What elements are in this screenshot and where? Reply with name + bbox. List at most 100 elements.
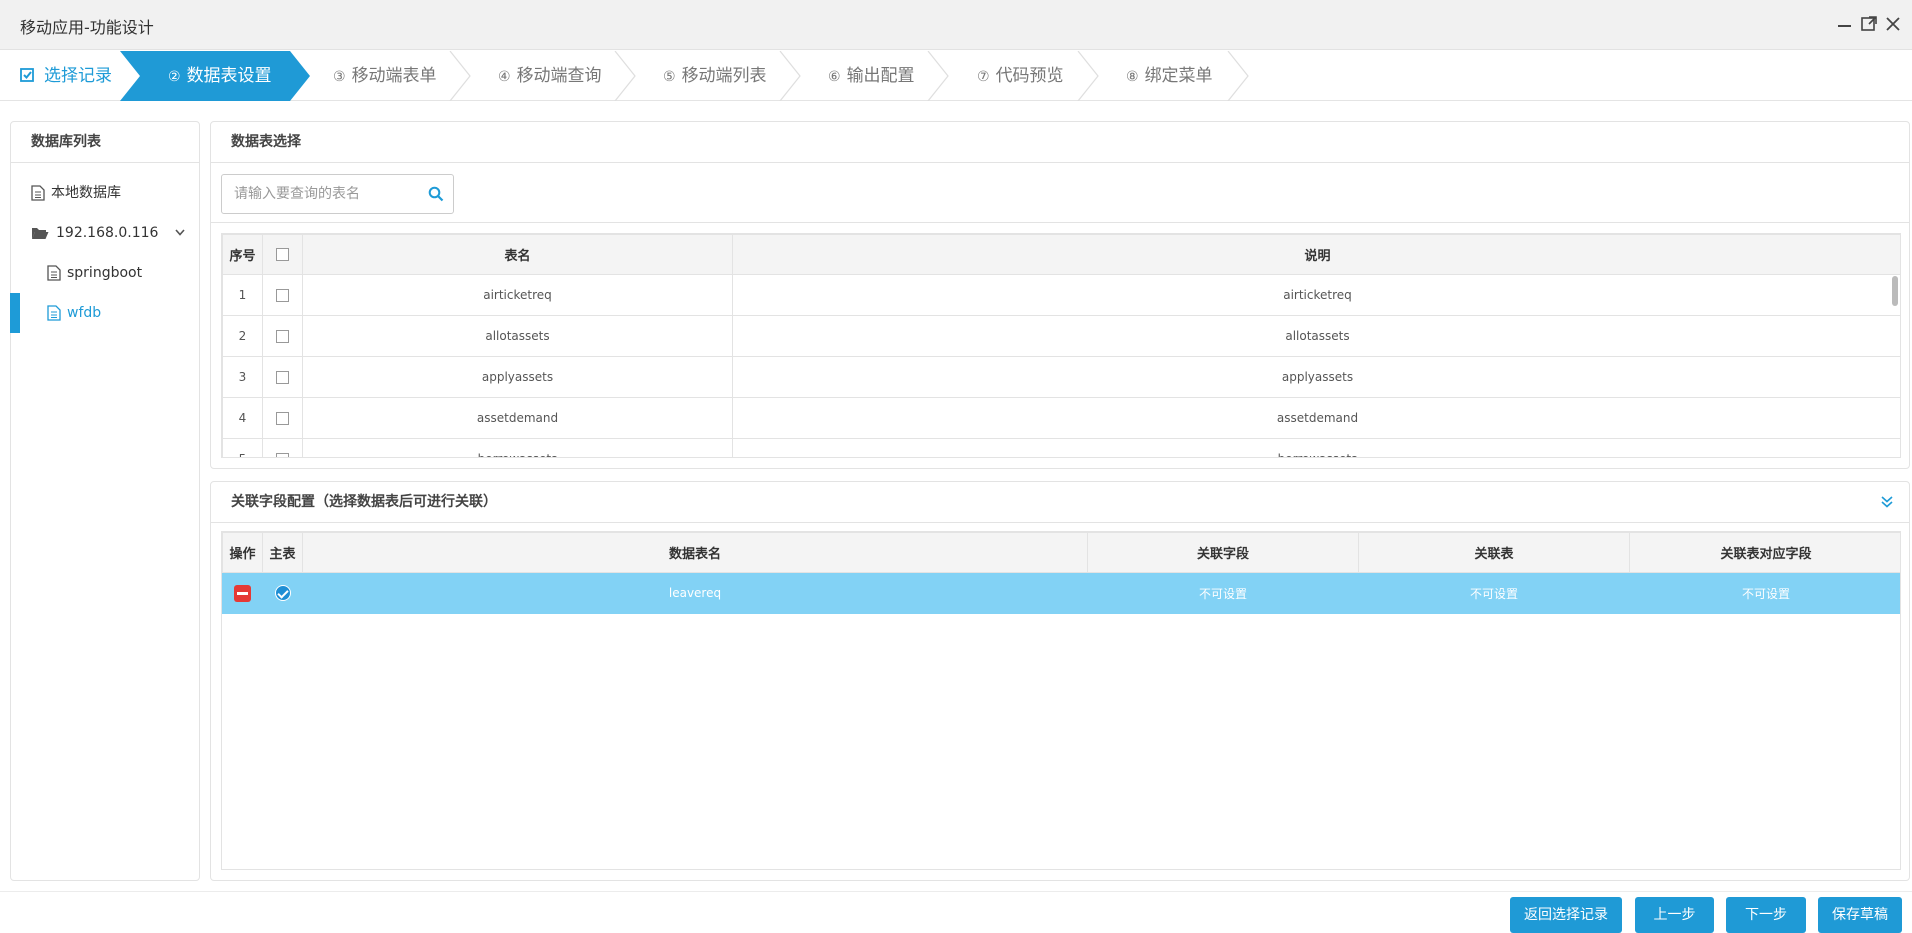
- table-list: 序号 表名 说明 1 airticketreq airticketreq 2 a…: [222, 234, 1900, 457]
- row-table-desc: assetdemand: [732, 397, 1900, 439]
- tree-item-server[interactable]: 192.168.0.116: [11, 213, 199, 253]
- column-header-relation-field: 关联字段: [1087, 532, 1359, 573]
- database-list-panel: 数据库列表 本地数据库 192.168.0.116 springboot wfd…: [10, 121, 200, 881]
- step-separator: [1227, 50, 1249, 102]
- column-header-main-table: 主表: [262, 532, 303, 573]
- prev-step-button[interactable]: 上一步: [1635, 897, 1714, 933]
- maximize-icon[interactable]: [1860, 15, 1878, 33]
- step-label: 移动端表单: [351, 66, 437, 86]
- checkbox-checked-icon: [20, 68, 34, 82]
- step-number: ⑧: [1126, 69, 1139, 85]
- column-header-checkbox: [262, 234, 303, 275]
- tree-item-springboot[interactable]: springboot: [11, 253, 199, 293]
- row-checkbox[interactable]: [276, 289, 289, 302]
- row-checkbox-cell: [262, 438, 303, 457]
- close-icon[interactable]: [1884, 15, 1902, 33]
- row-checkbox[interactable]: [276, 330, 289, 343]
- step-separator: [449, 50, 471, 102]
- tree-item-label: 192.168.0.116: [56, 225, 159, 241]
- double-chevron-down-icon[interactable]: [1879, 494, 1895, 510]
- step-code-preview[interactable]: ⑦ 代码预览: [977, 51, 1064, 101]
- table-header-row: 序号 表名 说明: [222, 234, 1900, 275]
- row-index: 5: [222, 438, 263, 457]
- table-row[interactable]: 2 allotassets allotassets: [222, 315, 1900, 357]
- tree-item-label: wfdb: [67, 305, 102, 321]
- table-search-box: [221, 174, 454, 214]
- table-row[interactable]: 1 airticketreq airticketreq: [222, 274, 1900, 316]
- relation-config-title: 关联字段配置（选择数据表后可进行关联）: [211, 482, 1909, 523]
- step-label: 绑定菜单: [1144, 66, 1213, 86]
- next-step-button[interactable]: 下一步: [1726, 897, 1806, 933]
- relation-table-name: leavereq: [302, 572, 1088, 614]
- step-table-settings[interactable]: ② 数据表设置: [168, 51, 272, 101]
- step-label: 数据表设置: [186, 66, 272, 86]
- chevron-down-icon[interactable]: [175, 229, 185, 237]
- table-row[interactable]: 3 applyassets applyassets: [222, 356, 1900, 398]
- step-output-config[interactable]: ⑥ 输出配置: [828, 51, 915, 101]
- save-draft-button[interactable]: 保存草稿: [1818, 897, 1902, 933]
- row-checkbox[interactable]: [276, 453, 289, 457]
- table-row[interactable]: 4 assetdemand assetdemand: [222, 397, 1900, 439]
- folder-open-icon: [32, 228, 49, 239]
- search-icon[interactable]: [428, 186, 444, 202]
- row-table-desc: applyassets: [732, 356, 1900, 398]
- window-titlebar: 移动应用-功能设计: [0, 0, 1912, 50]
- table-list-grid: 序号 表名 说明 1 airticketreq airticketreq 2 a…: [221, 233, 1901, 458]
- step-separator: [927, 50, 949, 102]
- step-number: ⑤: [663, 69, 676, 85]
- main-table-radio[interactable]: [274, 585, 291, 601]
- step-number: ④: [498, 69, 511, 85]
- step-separator: [1077, 50, 1099, 102]
- relation-row[interactable]: leavereq 不可设置 不可设置 不可设置: [222, 572, 1900, 614]
- table-search-input[interactable]: [234, 184, 419, 204]
- select-all-checkbox[interactable]: [276, 248, 289, 261]
- step-label: 输出配置: [846, 66, 915, 86]
- step-mobile-query[interactable]: ④ 移动端查询: [498, 51, 602, 101]
- main-table-cell: [262, 572, 303, 614]
- back-to-select-button[interactable]: 返回选择记录: [1510, 897, 1622, 933]
- column-header-desc: 说明: [732, 234, 1900, 275]
- step-mobile-list[interactable]: ⑤ 移动端列表: [663, 51, 767, 101]
- step-bind-menu[interactable]: ⑧ 绑定菜单: [1126, 51, 1213, 101]
- scrollbar-thumb[interactable]: [1892, 276, 1898, 306]
- row-index: 1: [222, 274, 263, 316]
- step-label: 移动端列表: [681, 66, 767, 86]
- operation-cell: [222, 572, 263, 614]
- table-select-panel: 数据表选择 序号 表名 说明 1 airticketreq airt: [210, 121, 1910, 469]
- tree-item-wfdb[interactable]: wfdb: [10, 293, 199, 333]
- relation-table-value: 不可设置: [1358, 572, 1630, 614]
- minimize-icon[interactable]: [1836, 15, 1854, 33]
- tree-item-label: 本地数据库: [51, 185, 121, 201]
- step-separator: [779, 50, 801, 102]
- row-table-name: assetdemand: [302, 397, 733, 439]
- row-checkbox-cell: [262, 397, 303, 439]
- row-table-desc: borrowassets: [732, 438, 1900, 457]
- step-select-record[interactable]: 选择记录: [20, 51, 112, 101]
- column-header-operation: 操作: [222, 532, 263, 573]
- row-checkbox-cell: [262, 315, 303, 357]
- row-checkbox-cell: [262, 274, 303, 316]
- relation-grid: 操作 主表 数据表名 关联字段 关联表 关联表对应字段 leavereq 不可设…: [221, 531, 1901, 870]
- document-icon: [47, 265, 61, 281]
- row-table-desc: airticketreq: [732, 274, 1900, 316]
- step-number: ⑥: [828, 69, 841, 85]
- step-label: 移动端查询: [516, 66, 602, 86]
- step-mobile-form[interactable]: ③ 移动端表单: [333, 51, 437, 101]
- relation-target-field-value: 不可设置: [1629, 572, 1900, 614]
- table-row[interactable]: 5 borrowassets borrowassets: [222, 438, 1900, 457]
- row-checkbox[interactable]: [276, 412, 289, 425]
- wizard-steps: 选择记录 ② 数据表设置 ③ 移动端表单 ④ 移动端查询 ⑤ 移动端列表 ⑥ 输出配置 ⑦…: [0, 50, 1912, 102]
- tree-item-label: springboot: [67, 265, 143, 281]
- row-index: 4: [222, 397, 263, 439]
- step-label: 代码预览: [995, 66, 1064, 86]
- tree-item-local-db[interactable]: 本地数据库: [11, 173, 199, 213]
- row-table-name: allotassets: [302, 315, 733, 357]
- relation-field-value: 不可设置: [1087, 572, 1359, 614]
- column-header-table-name: 数据表名: [302, 532, 1088, 573]
- remove-icon[interactable]: [234, 584, 251, 602]
- row-table-desc: allotassets: [732, 315, 1900, 357]
- step-separator: [100, 51, 122, 101]
- column-header-index: 序号: [222, 234, 263, 275]
- row-checkbox[interactable]: [276, 371, 289, 384]
- step-number: ③: [333, 69, 346, 85]
